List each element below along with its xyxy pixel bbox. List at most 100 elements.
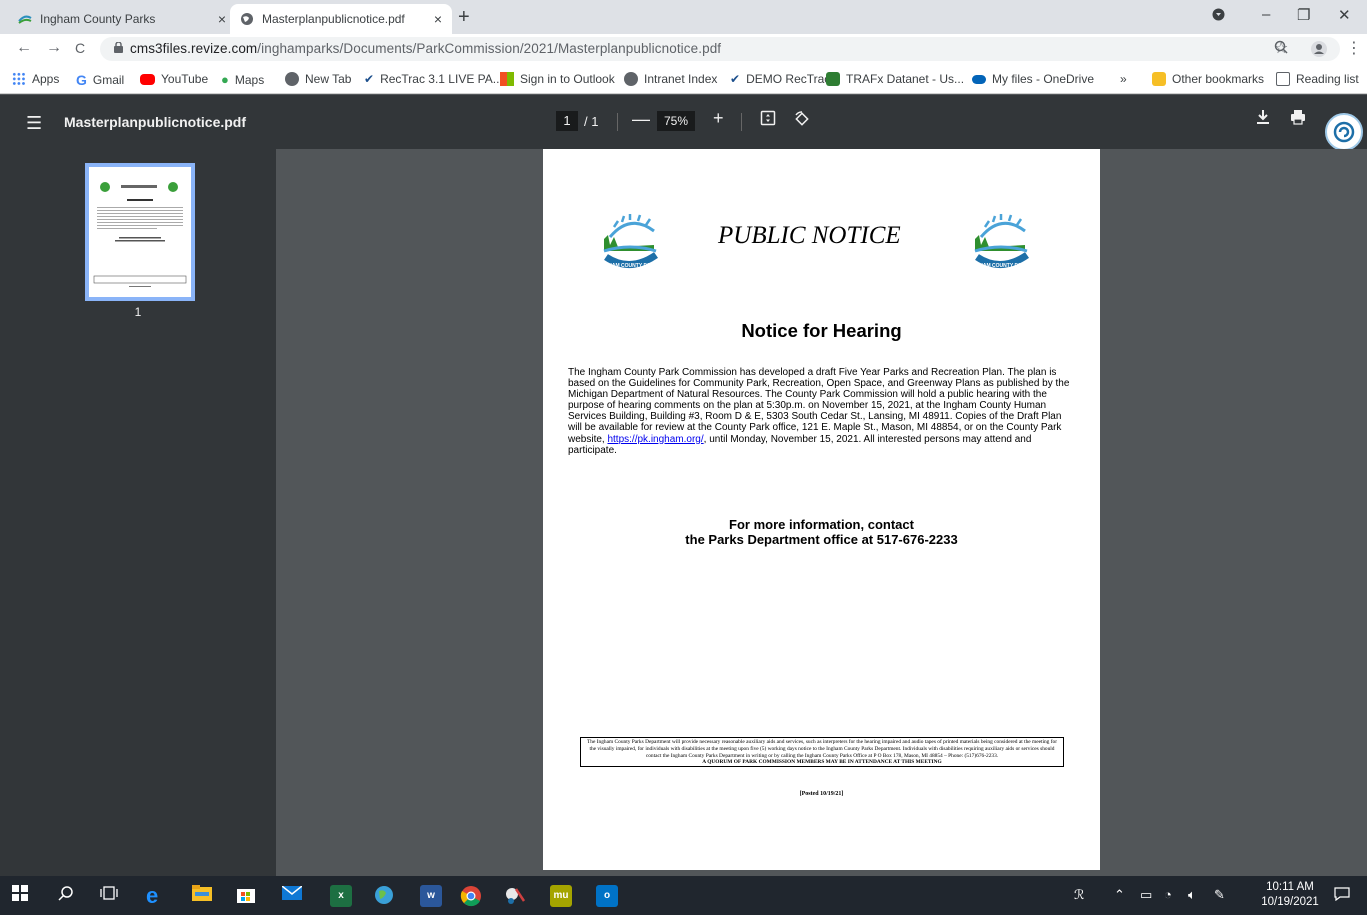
document-viewer[interactable]: INGHAM COUNTY PARKS PUBLIC NOTICE INGHAM…: [276, 149, 1367, 876]
posted-date: [Posted 10/19/21]: [799, 791, 844, 797]
rotate-icon[interactable]: [793, 110, 811, 133]
bookmark-maps[interactable]: ● Maps: [221, 72, 264, 87]
globe-app-icon[interactable]: [374, 885, 394, 907]
print-icon[interactable]: [1290, 109, 1306, 130]
assistant-extension-icon[interactable]: [1325, 113, 1363, 151]
contact-info: For more information, contact the Parks …: [543, 517, 1100, 547]
clock-date: 10/19/2021: [1261, 896, 1319, 908]
zoom-level-input[interactable]: 75%: [657, 111, 695, 131]
bookmark-outlook[interactable]: Sign in to Outlook: [500, 72, 615, 86]
public-notice-heading: PUBLIC NOTICE: [718, 222, 901, 249]
bookmark-intranet[interactable]: Intranet Index: [624, 72, 717, 86]
contact-line: the Parks Department office at 517-676-2…: [685, 532, 958, 547]
checkmark-icon: ✔: [364, 72, 375, 86]
edge-icon[interactable]: e: [146, 885, 158, 907]
bookmark-trafx[interactable]: TRAFx Datanet - Us...: [826, 72, 964, 86]
bookmark-label: Apps: [32, 72, 60, 86]
bookmark-label: Gmail: [92, 73, 125, 87]
zoom-out-button[interactable]: —: [632, 109, 650, 130]
url-field[interactable]: cms3files.revize.com/inghamparks/Documen…: [100, 37, 1340, 61]
checkmark-icon: ✔: [730, 72, 741, 86]
pen-icon[interactable]: ✎: [1214, 887, 1225, 903]
new-tab-button[interactable]: +: [458, 6, 470, 29]
url-path: /inghamparks/Documents/ParkCommission/20…: [257, 41, 722, 56]
windows-start-icon[interactable]: [12, 885, 28, 907]
bookmark-label: Intranet Index: [644, 72, 718, 86]
chrome-icon[interactable]: [460, 885, 482, 907]
minimize-button[interactable]: –: [1262, 6, 1270, 23]
notifications-icon[interactable]: [1334, 887, 1350, 904]
outlook-icon[interactable]: o: [596, 885, 618, 907]
bookmark-label: Sign in to Outlook: [520, 72, 615, 86]
bookmark-onedrive[interactable]: My files - OneDrive: [972, 72, 1094, 86]
globe-icon: [624, 72, 638, 86]
bookmark-youtube[interactable]: YouTube: [140, 72, 208, 86]
bookmarks-overflow-button[interactable]: »: [1120, 72, 1127, 86]
notice-body: The Ingham County Park Commission has de…: [568, 367, 1073, 456]
excel-icon[interactable]: x: [330, 885, 352, 907]
store-icon[interactable]: [236, 885, 256, 907]
wifi-icon[interactable]: ◔: [1164, 887, 1172, 902]
fit-to-page-icon[interactable]: [760, 110, 776, 130]
search-icon[interactable]: [58, 885, 74, 907]
volume-icon[interactable]: 🔈︎: [1188, 887, 1196, 903]
ingham-county-parks-logo: INGHAM COUNTY PARKS: [596, 207, 664, 275]
tab-close-icon[interactable]: ×: [434, 11, 442, 27]
windows-taskbar: e x w mu o ℛ ⌃ ▭ ◔ 🔈︎ ✎ 10:11 AM 10/19/2…: [0, 876, 1367, 915]
bookmark-label: RecTrac 3.1 LIVE PA...: [380, 72, 503, 86]
apps-grid-icon: [12, 72, 26, 86]
bookmark-gmail[interactable]: G Gmail: [76, 72, 124, 88]
battery-icon[interactable]: ▭: [1140, 887, 1152, 903]
download-icon[interactable]: [1256, 109, 1270, 130]
toolbar-divider: [741, 113, 742, 131]
tab-ingham-county-parks[interactable]: Ingham County Parks ×: [8, 4, 236, 34]
zoom-in-button[interactable]: +: [713, 108, 724, 129]
back-button[interactable]: ←: [16, 39, 32, 57]
profile-avatar-icon[interactable]: [1311, 41, 1327, 62]
bookmark-demo-rectrac[interactable]: ✔ DEMO RecTrac: [730, 72, 830, 86]
logo-text: INGHAM COUNTY PARKS: [970, 263, 1032, 269]
reading-list-icon: [1276, 72, 1290, 86]
tab-close-icon[interactable]: ×: [218, 11, 226, 27]
globe-icon: [240, 12, 254, 26]
microsoft-logo-icon: [500, 72, 514, 86]
maximize-button[interactable]: ❐: [1297, 6, 1310, 24]
clock-time: 10:11 AM: [1266, 881, 1314, 893]
profile-dot-icon[interactable]: [1212, 8, 1225, 25]
pdf-toolbar: ☰ Masterplanpublicnotice.pdf 1 / 1 — 75%…: [0, 95, 1367, 149]
bookmark-rectrac-live[interactable]: ✔ RecTrac 3.1 LIVE PA...: [364, 72, 503, 86]
tab-masterplan-pdf[interactable]: Masterplanpublicnotice.pdf ×: [230, 4, 452, 34]
bookmark-other[interactable]: Other bookmarks: [1152, 72, 1264, 86]
map-pin-icon: ●: [221, 72, 229, 87]
address-bar-row: ← → C cms3files.revize.com/inghamparks/D…: [0, 34, 1367, 64]
task-view-icon[interactable]: [100, 885, 118, 907]
bookmark-label: YouTube: [161, 72, 209, 86]
chrome-menu-icon[interactable]: ⋮: [1346, 38, 1362, 58]
bookmark-new-tab[interactable]: New Tab: [285, 72, 351, 86]
chevron-up-icon[interactable]: ⌃: [1114, 887, 1125, 903]
page-number-input[interactable]: 1: [556, 111, 578, 131]
mu-app-icon[interactable]: mu: [550, 885, 572, 907]
forward-button[interactable]: →: [46, 39, 62, 57]
reload-button[interactable]: C: [75, 40, 85, 56]
people-icon[interactable]: ℛ: [1074, 887, 1084, 903]
word-icon[interactable]: w: [420, 885, 442, 907]
bookmark-label: New Tab: [305, 72, 352, 86]
county-park-website-link[interactable]: https://pk.ingham.org/: [607, 434, 703, 445]
reading-list-button[interactable]: Reading list: [1276, 72, 1359, 86]
file-explorer-icon[interactable]: [192, 885, 212, 907]
pdf-filename: Masterplanpublicnotice.pdf: [64, 114, 247, 130]
url-text: cms3files.revize.com/inghamparks/Documen…: [130, 41, 721, 56]
system-clock[interactable]: 10:11 AM 10/19/2021: [1260, 880, 1320, 910]
mail-icon[interactable]: [281, 885, 303, 907]
close-window-button[interactable]: ✕: [1338, 6, 1351, 24]
toolbar-divider: [617, 113, 618, 131]
bookmark-apps[interactable]: Apps: [12, 72, 59, 86]
disclaimer-text: The Ingham County Parks Department will …: [586, 739, 1058, 759]
snipping-tool-icon[interactable]: [504, 885, 526, 907]
page-thumbnail[interactable]: [85, 163, 195, 301]
ingham-county-parks-logo: INGHAM COUNTY PARKS: [967, 207, 1035, 275]
menu-hamburger-icon[interactable]: ☰: [26, 113, 42, 134]
star-bookmark-icon[interactable]: ☆: [1274, 38, 1288, 58]
bookmark-label: Maps: [234, 72, 265, 87]
